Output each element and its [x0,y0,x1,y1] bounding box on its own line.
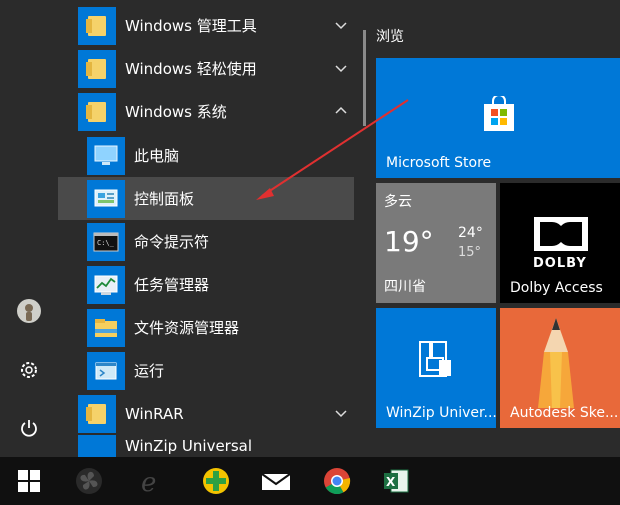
winzip-icon [78,435,116,457]
weather-location: 四川省 [384,279,426,295]
control-panel-icon [87,179,125,218]
svg-text:e: e [141,468,156,495]
taskbar: e X [0,457,620,505]
list-item-command-prompt[interactable]: C:\_ 命令提示符 [58,220,354,263]
list-item-label: 文件资源管理器 [134,319,240,337]
folder-icon [78,394,116,433]
excel-icon[interactable]: X [377,462,415,500]
folder-icon [78,92,116,131]
winzip-universal-tile[interactable]: WinZip Univer... [376,308,496,428]
list-item-label: 此电脑 [134,147,180,165]
list-item-label: WinRAR [125,404,184,423]
autodesk-sketchbook-tile[interactable]: Autodesk Ske... [500,308,620,428]
microsoft-store-tile[interactable]: Microsoft Store [376,58,620,178]
store-bag-icon [484,96,514,131]
list-item-winrar[interactable]: WinRAR [58,392,354,435]
list-item-windows-system[interactable]: Windows 系统 [58,90,354,133]
weather-temp: 19° [384,225,434,258]
mail-app-icon[interactable] [257,462,295,500]
list-item-windows-ease-of-access[interactable]: Windows 轻松使用 [58,47,354,90]
chevron-up-icon[interactable] [334,104,348,118]
folder-icon [78,6,116,45]
list-item-label: 命令提示符 [134,233,210,251]
start-rail [0,0,58,457]
tile-label: Autodesk Ske... [510,405,619,421]
list-item-label: 任务管理器 [134,276,210,294]
list-item-windows-admin-tools[interactable]: Windows 管理工具 [58,4,354,47]
pencil-icon [538,318,574,408]
tile-label: WinZip Univer... [386,405,496,421]
list-item-control-panel[interactable]: 控制面板 [58,177,354,220]
list-item-label: 控制面板 [134,190,195,208]
tile-label: Dolby Access [510,280,603,296]
svg-text:C:\_: C:\_ [97,239,115,247]
user-avatar-icon[interactable] [14,296,44,326]
svg-text:X: X [386,475,396,489]
weather-low: 15° [458,245,482,260]
360-security-icon[interactable] [197,462,235,500]
this-pc-icon [87,136,125,175]
tile-area: 浏览 Microsoft Store 多云 19° 24° 15° 四川省 DO… [370,0,620,457]
fan-app-icon[interactable] [70,462,108,500]
run-icon [87,351,125,390]
app-list: Windows 管理工具 Windows 轻松使用 Windows 系统 此电脑… [58,0,358,457]
list-item-label: Windows 系统 [125,103,227,121]
chevron-down-icon[interactable] [334,18,348,32]
windows-start-icon[interactable] [10,462,48,500]
dolby-wordmark: DOLBY [533,256,587,271]
dolby-logo-icon [534,217,588,251]
list-item-run[interactable]: 运行 [58,349,354,392]
list-item-label: Windows 管理工具 [125,17,257,35]
chevron-down-icon[interactable] [334,61,348,75]
weather-high: 24° [458,225,483,241]
chevron-down-icon[interactable] [334,406,348,420]
weather-condition: 多云 [384,194,412,210]
list-item-label: 运行 [134,362,165,380]
settings-gear-icon[interactable] [14,355,44,385]
scrollbar[interactable] [363,30,366,126]
chrome-icon[interactable] [318,462,356,500]
list-item-task-manager[interactable]: 任务管理器 [58,263,354,306]
winzip-icon [419,341,451,377]
file-explorer-icon [87,308,125,347]
internet-explorer-icon[interactable]: e [132,462,170,500]
folder-icon [78,49,116,88]
list-item-label: WinZip Universal [125,437,253,455]
list-item-label: Windows 轻松使用 [125,60,257,78]
list-item-file-explorer[interactable]: 文件资源管理器 [58,306,354,349]
task-manager-icon [87,265,125,304]
tile-label: Microsoft Store [386,155,492,171]
tile-group-header: 浏览 [376,29,404,45]
dolby-access-tile[interactable]: DOLBY Dolby Access [500,183,620,303]
command-prompt-icon: C:\_ [87,222,125,261]
list-item-this-pc[interactable]: 此电脑 [58,134,354,177]
weather-tile[interactable]: 多云 19° 24° 15° 四川省 [376,183,496,303]
list-item-winzip-universal[interactable]: WinZip Universal [58,435,354,457]
power-icon[interactable] [14,413,44,443]
